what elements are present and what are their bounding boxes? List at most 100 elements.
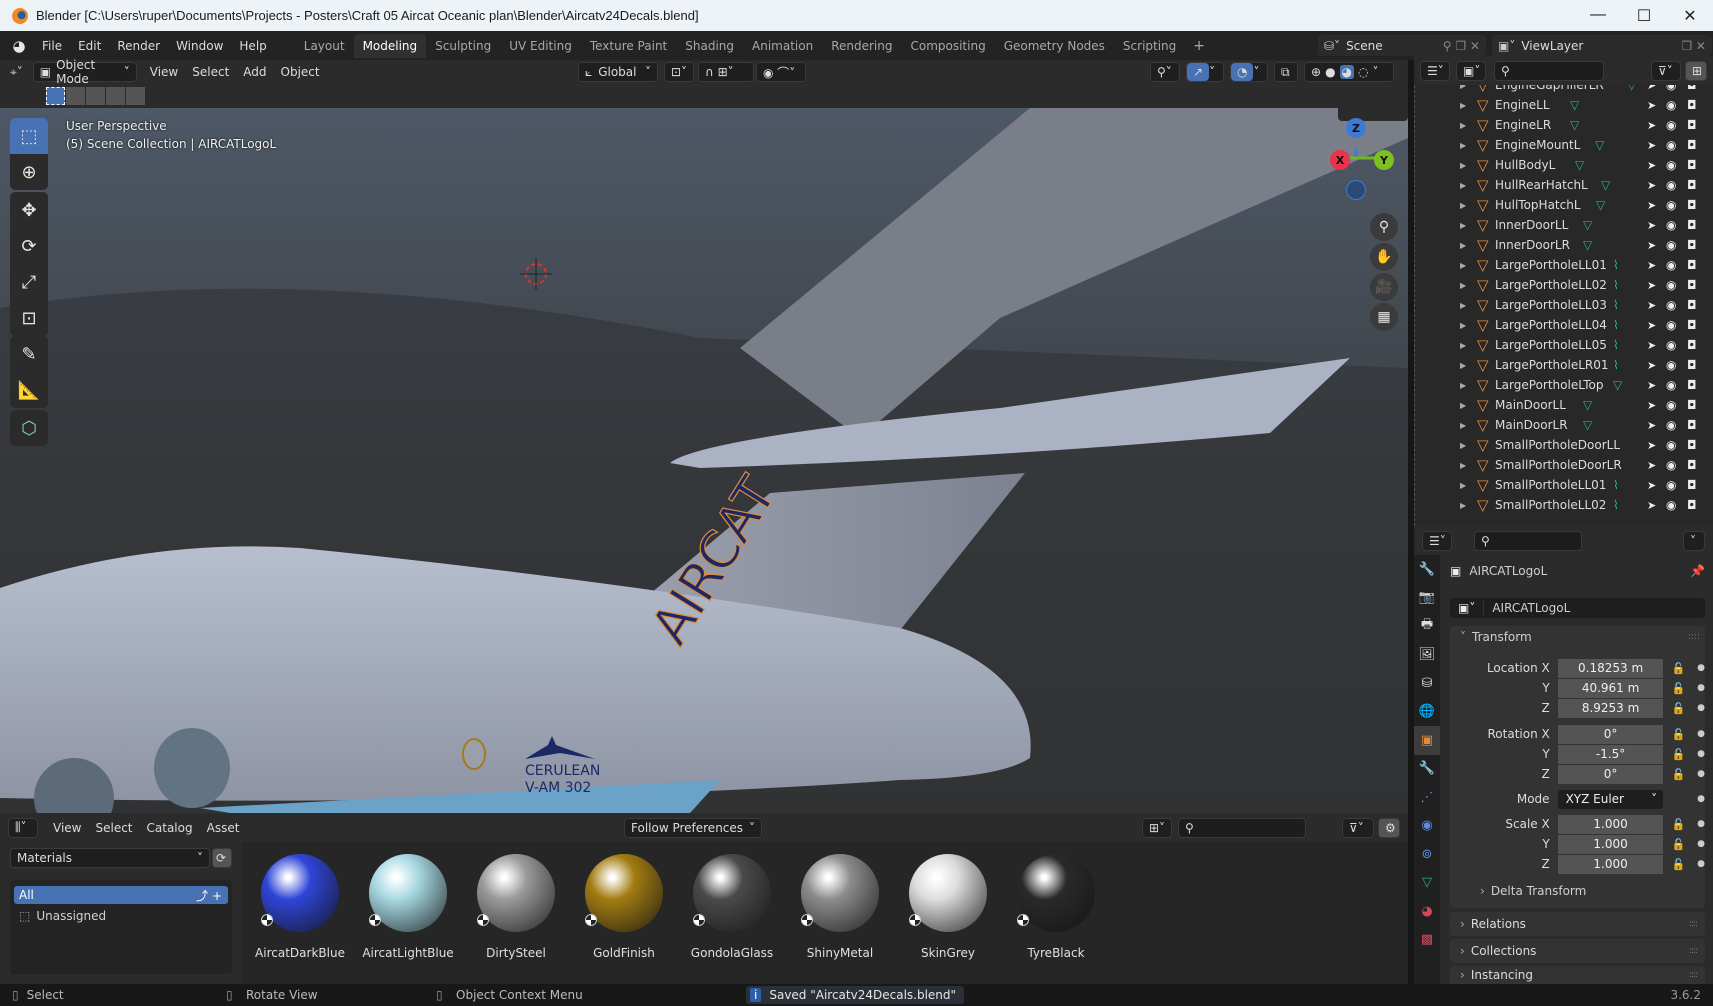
outliner-item[interactable]: ▶ ▽ EngineGapFillerLR ▽ ➤ ◉ ◘	[1415, 85, 1713, 95]
transform-tool[interactable]: ⊡	[10, 300, 48, 336]
selectable-arrow-icon[interactable]: ➤	[1647, 459, 1656, 472]
expand-arrow-icon[interactable]: ▶	[1460, 141, 1466, 150]
scale-x-field[interactable]: 1.000	[1557, 814, 1664, 834]
expand-arrow-icon[interactable]: ▶	[1460, 501, 1466, 510]
tab-world-icon[interactable]: 🌐	[1414, 698, 1440, 727]
location-z-field[interactable]: 8.9253 m	[1557, 698, 1664, 718]
visibility-eye-icon[interactable]: ◉	[1666, 118, 1676, 132]
viewport-menu-select[interactable]: Select	[185, 65, 236, 79]
expand-arrow-icon[interactable]: ▶	[1460, 301, 1466, 310]
viewport-menu-object[interactable]: Object	[274, 65, 327, 79]
workspace-tab-sculpting[interactable]: Sculpting	[426, 34, 500, 58]
visibility-eye-icon[interactable]: ◉	[1666, 418, 1676, 432]
location-x-field[interactable]: 0.18253 m	[1557, 658, 1664, 678]
shading-mode-buttons[interactable]: ⊕ ● ◕ ◌ ˅	[1304, 62, 1394, 82]
object-datablock-field[interactable]: ▣˅ AIRCATLogoL	[1450, 598, 1705, 618]
tab-physics-icon[interactable]: ◉	[1414, 812, 1440, 841]
visibility-eye-icon[interactable]: ◉	[1666, 178, 1676, 192]
keyframe-dot-icon[interactable]: ●	[1697, 729, 1705, 739]
display-mode-button[interactable]: ⊞˅	[1142, 817, 1172, 838]
workspace-tab-scripting[interactable]: Scripting	[1114, 34, 1185, 58]
maximize-button[interactable]: ☐	[1621, 6, 1667, 26]
scale-tool[interactable]: ⤢	[10, 264, 48, 300]
outliner-item[interactable]: ▶ ▽ InnerDoorLR ▽ ➤ ◉ ◘	[1415, 235, 1713, 255]
blender-menu-icon[interactable]: ◕	[10, 37, 28, 55]
lock-icon[interactable]: 🔓	[1671, 748, 1685, 761]
selectable-arrow-icon[interactable]: ➤	[1647, 159, 1656, 172]
mesh-data-icon[interactable]: ▽	[1595, 138, 1604, 152]
expand-arrow-icon[interactable]: ▶	[1460, 461, 1466, 470]
expand-arrow-icon[interactable]: ▶	[1460, 281, 1466, 290]
keyframe-dot-icon[interactable]: ●	[1697, 703, 1705, 713]
camera-view-icon[interactable]: 🎥	[1370, 273, 1398, 301]
add-cube-tool[interactable]: ⬡	[10, 410, 48, 446]
render-camera-icon[interactable]: ◘	[1687, 398, 1697, 412]
workspace-tab-compositing[interactable]: Compositing	[901, 34, 994, 58]
solid-shading-icon[interactable]: ●	[1325, 65, 1335, 79]
properties-search-input[interactable]: ⚲	[1474, 530, 1582, 551]
material-preview-shading-icon[interactable]: ◕	[1339, 65, 1355, 79]
select-box-tool[interactable]: ⬚	[10, 118, 48, 154]
visibility-eye-icon[interactable]: ◉	[1666, 158, 1676, 172]
render-camera-icon[interactable]: ◘	[1687, 418, 1697, 432]
menu-edit[interactable]: Edit	[70, 39, 109, 53]
curve-data-icon[interactable]: ⌇	[1613, 298, 1619, 312]
selectable-arrow-icon[interactable]: ➤	[1647, 239, 1656, 252]
expand-arrow-icon[interactable]: ▶	[1460, 401, 1466, 410]
workspace-tab-geometry-nodes[interactable]: Geometry Nodes	[995, 34, 1114, 58]
workspace-tab-animation[interactable]: Animation	[743, 34, 822, 58]
expand-arrow-icon[interactable]: ▶	[1460, 341, 1466, 350]
outliner-item[interactable]: ▶ ▽ HullRearHatchL ▽ ➤ ◉ ◘	[1415, 175, 1713, 195]
workspace-tab-rendering[interactable]: Rendering	[822, 34, 901, 58]
lock-icon[interactable]: 🔓	[1671, 838, 1685, 851]
render-camera-icon[interactable]: ◘	[1687, 458, 1697, 472]
rotation-z-field[interactable]: 0°	[1557, 764, 1664, 784]
options-dropdown[interactable]: Options ˅	[1338, 108, 1408, 121]
mesh-data-icon[interactable]: ▽	[1583, 418, 1592, 432]
annotate-tool[interactable]: ✎	[10, 336, 48, 372]
delta-transform-subpanel[interactable]: › Delta Transform	[1480, 884, 1586, 898]
curve-data-icon[interactable]: ⌇	[1613, 498, 1619, 512]
outliner-item[interactable]: ▶ ▽ LargePortholeLL05 ⌇ ➤ ◉ ◘	[1415, 335, 1713, 355]
expand-arrow-icon[interactable]: ▶	[1460, 101, 1466, 110]
mesh-data-icon[interactable]: ▽	[1627, 85, 1636, 92]
render-camera-icon[interactable]: ◘	[1687, 378, 1697, 392]
render-camera-icon[interactable]: ◘	[1687, 198, 1697, 212]
outliner-item[interactable]: ▶ ▽ LargePortholeLTop ▽ ➤ ◉ ◘	[1415, 375, 1713, 395]
pin-icon[interactable]: 📌	[1690, 564, 1705, 578]
viewport-menu-view[interactable]: View	[143, 65, 185, 79]
mesh-data-icon[interactable]: ▽	[1583, 238, 1592, 252]
rendered-shading-icon[interactable]: ◌	[1358, 65, 1368, 79]
move-tool[interactable]: ✥	[10, 192, 48, 228]
render-camera-icon[interactable]: ◘	[1687, 118, 1697, 132]
keyframe-dot-icon[interactable]: ●	[1697, 769, 1705, 779]
tab-material-icon[interactable]: ◕	[1414, 897, 1440, 926]
lock-icon[interactable]: 🔓	[1671, 858, 1685, 871]
render-camera-icon[interactable]: ◘	[1687, 98, 1697, 112]
curve-data-icon[interactable]: ⌇	[1613, 258, 1619, 272]
material-asset[interactable]: AircatDarkBlue	[250, 842, 350, 960]
selectable-arrow-icon[interactable]: ➤	[1647, 219, 1656, 232]
gizmo-axis-x[interactable]: X	[1330, 150, 1350, 170]
mesh-data-icon[interactable]: ▽	[1583, 218, 1592, 232]
tab-tool-icon[interactable]: 🔧	[1414, 555, 1440, 584]
render-camera-icon[interactable]: ◘	[1687, 85, 1697, 92]
expand-arrow-icon[interactable]: ▶	[1460, 85, 1466, 90]
select-invert-icon[interactable]	[106, 87, 125, 105]
render-camera-icon[interactable]: ◘	[1687, 278, 1697, 292]
curve-data-icon[interactable]: ⌇	[1613, 318, 1619, 332]
curve-data-icon[interactable]: ⌇	[1613, 478, 1619, 492]
keyframe-dot-icon[interactable]: ●	[1697, 859, 1705, 869]
gizmo-toggle[interactable]: ↗ ˅	[1186, 62, 1224, 82]
pin-icon[interactable]: ⚲ ❐ ✕	[1443, 39, 1486, 53]
visibility-eye-icon[interactable]: ◉	[1666, 238, 1676, 252]
visibility-eye-icon[interactable]: ◉	[1666, 318, 1676, 332]
workspace-tab-layout[interactable]: Layout	[295, 34, 354, 58]
selectable-arrow-icon[interactable]: ➤	[1647, 299, 1656, 312]
pan-view-icon[interactable]: ✋	[1370, 243, 1398, 271]
lock-icon[interactable]: 🔓	[1671, 728, 1685, 741]
workspace-tab-modeling[interactable]: Modeling	[353, 33, 427, 58]
outliner-item[interactable]: ▶ ▽ MainDoorLR ▽ ➤ ◉ ◘	[1415, 415, 1713, 435]
curve-data-icon[interactable]: ⌇	[1613, 278, 1619, 292]
workspace-tab-shading[interactable]: Shading	[676, 34, 743, 58]
